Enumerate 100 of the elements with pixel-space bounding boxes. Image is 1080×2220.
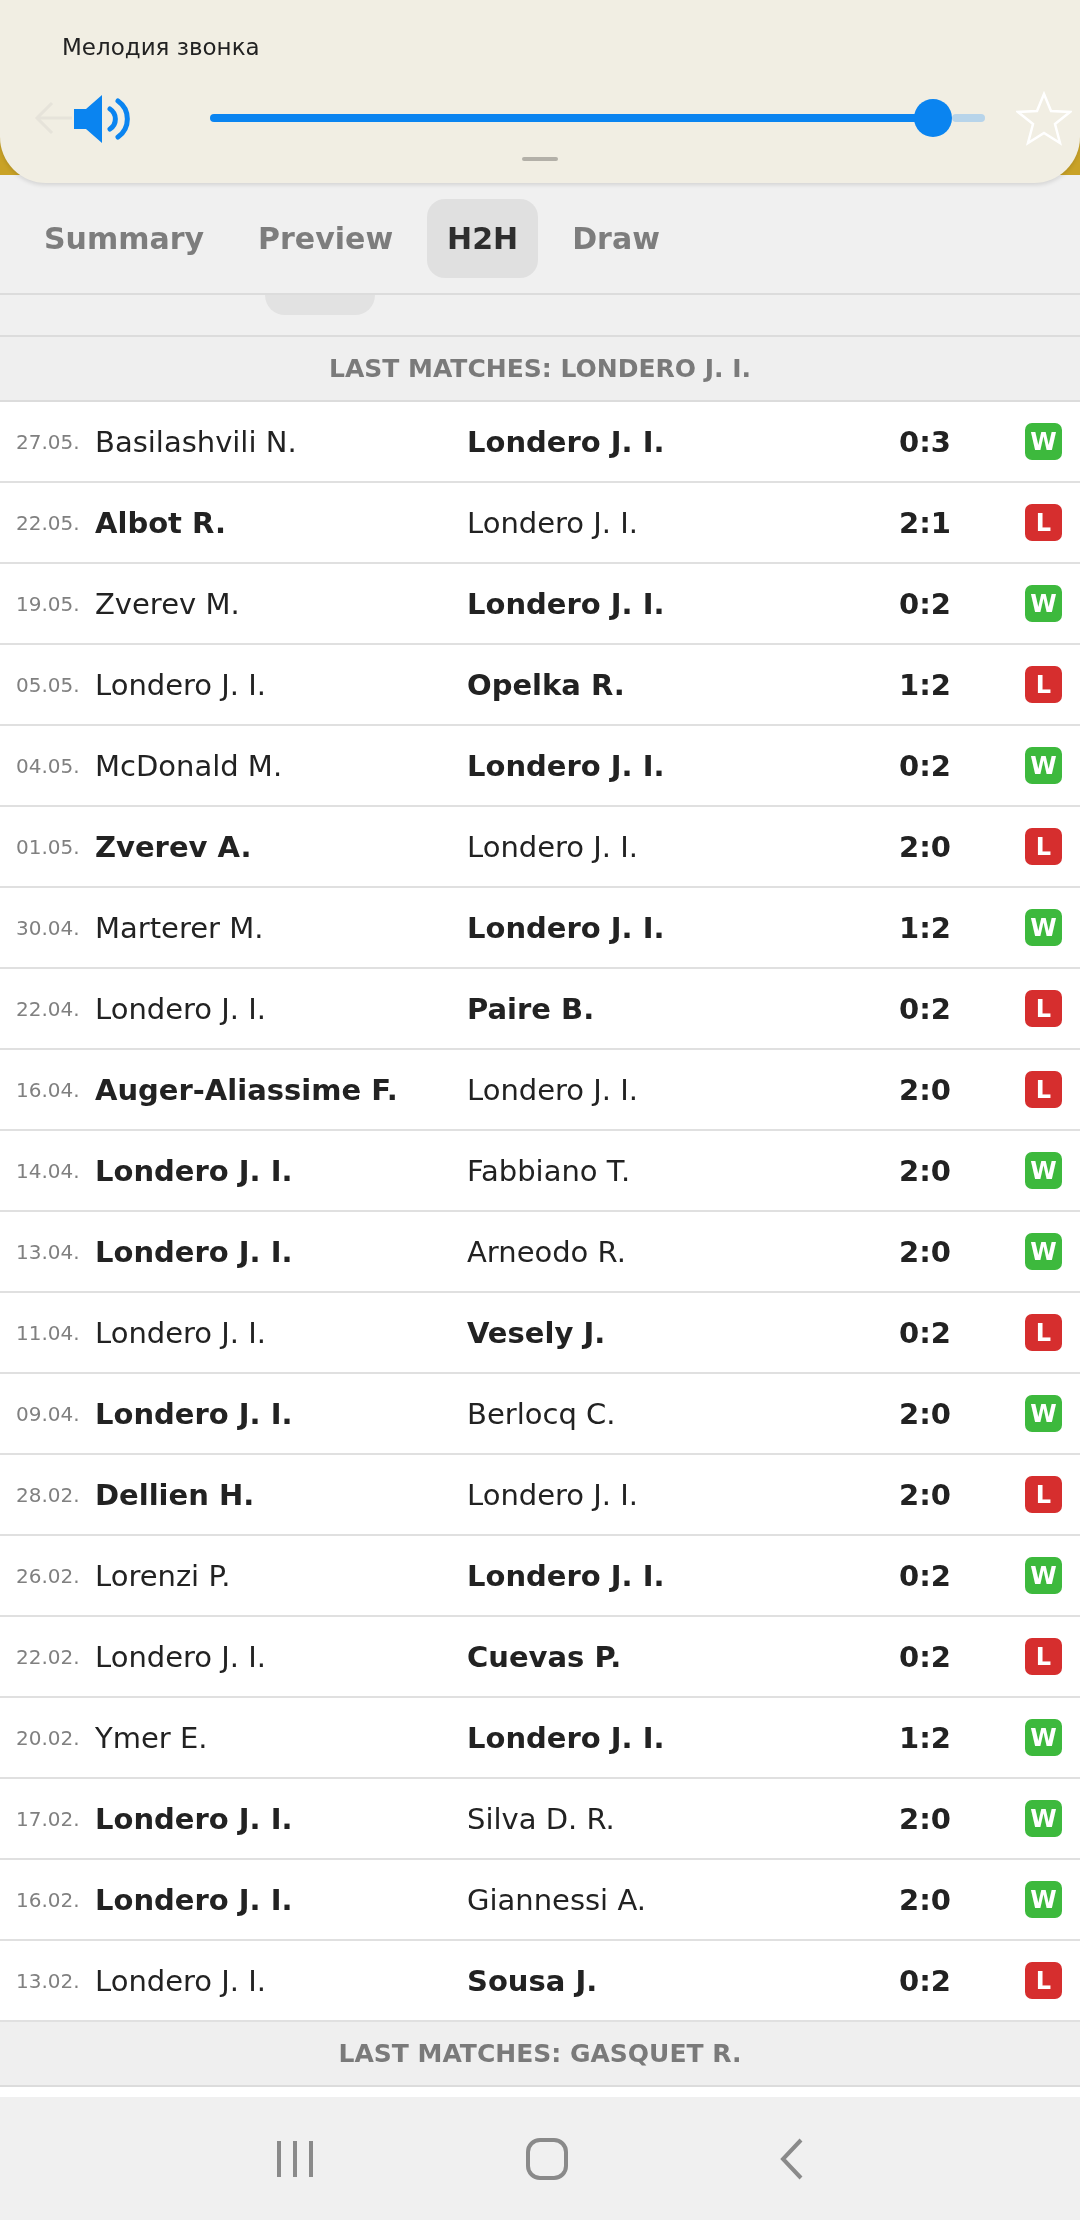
result-badge: W [1025, 747, 1062, 784]
match-score: 2:0 [898, 1234, 951, 1269]
player-name: Londero J. I. [467, 1558, 666, 1593]
recent-apps-icon[interactable] [275, 2138, 316, 2179]
player-name: Londero J. I. [467, 586, 666, 621]
result-badge: W [1025, 1881, 1062, 1918]
player-name: Zverev M. [95, 586, 241, 621]
match-date: 26.02. [15, 1563, 81, 1588]
player-name: Dellien H. [95, 1477, 256, 1512]
player-name: Londero J. I. [95, 1963, 268, 1998]
result-badge: W [1025, 423, 1062, 460]
result-badge: L [1025, 504, 1062, 541]
tab[interactable]: Summary [24, 199, 225, 278]
player-name: Londero J. I. [95, 1315, 268, 1350]
match-score: 0:2 [898, 1558, 951, 1593]
drag-handle[interactable] [522, 157, 558, 161]
match-date: 16.02. [15, 1887, 81, 1912]
match-score: 0:2 [898, 586, 951, 621]
match-score: 0:2 [898, 1963, 951, 1998]
match-date: 11.04. [15, 1320, 81, 1345]
match-date: 04.05. [15, 753, 81, 778]
match-score: 2:0 [898, 1801, 951, 1836]
match-score: 0:2 [898, 748, 951, 783]
player-name: Londero J. I. [467, 910, 666, 945]
match-score: 2:0 [898, 1882, 951, 1917]
player-name: Londero J. I. [95, 1639, 268, 1674]
player-name: Londero J. I. [95, 1153, 294, 1188]
match-date: 01.05. [15, 834, 81, 859]
player-name: Londero J. I. [467, 1072, 640, 1107]
player-name: Berlocq C. [467, 1396, 617, 1431]
player-name: Ymer E. [95, 1720, 209, 1755]
result-badge: L [1025, 1962, 1062, 1999]
match-date: 13.04. [15, 1239, 81, 1264]
result-badge: W [1025, 1152, 1062, 1189]
player-name: Marterer M. [95, 910, 265, 945]
match-score: 0:2 [898, 1315, 951, 1350]
player-name: Auger-Aliassime F. [95, 1072, 399, 1107]
result-badge: W [1025, 909, 1062, 946]
player-name: Londero J. I. [95, 1801, 294, 1836]
match-score: 0:2 [898, 1639, 951, 1674]
result-badge: L [1025, 990, 1062, 1027]
match-date: 16.04. [15, 1077, 81, 1102]
player-name: Londero J. I. [467, 829, 640, 864]
match-date: 22.02. [15, 1644, 81, 1669]
match-date: 14.04. [15, 1158, 81, 1183]
match-score: 0:3 [898, 424, 951, 459]
player-name: Londero J. I. [95, 991, 268, 1026]
player-name: Paire B. [467, 991, 596, 1026]
result-badge: L [1025, 1071, 1062, 1108]
result-badge: W [1025, 1395, 1062, 1432]
player-name: Londero J. I. [467, 748, 666, 783]
slider-track [952, 114, 985, 122]
tab[interactable]: Preview [238, 199, 414, 278]
result-badge: L [1025, 666, 1062, 703]
match-date: 09.04. [15, 1401, 81, 1426]
result-badge: L [1025, 1314, 1062, 1351]
match-score: 1:2 [898, 910, 951, 945]
match-score: 2:0 [898, 1477, 951, 1512]
result-badge: L [1025, 828, 1062, 865]
player-name: Opelka R. [467, 667, 626, 702]
match-date: 19.05. [15, 591, 81, 616]
match-score: 2:0 [898, 1072, 951, 1107]
player-name: Londero J. I. [95, 1396, 294, 1431]
match-score: 2:0 [898, 1153, 951, 1188]
match-date: 30.04. [15, 915, 81, 940]
player-name: Vesely J. [467, 1315, 607, 1350]
match-score: 2:1 [898, 505, 951, 540]
result-badge: W [1025, 1557, 1062, 1594]
match-score: 2:0 [898, 829, 951, 864]
player-name: Londero J. I. [467, 1477, 640, 1512]
player-name: Londero J. I. [95, 1234, 294, 1269]
player-name: Silva D. R. [467, 1801, 616, 1836]
player-name: Sousa J. [467, 1963, 599, 1998]
tab[interactable]: H2H [427, 199, 539, 278]
section-header: LAST MATCHES: GASQUET R. [338, 2039, 742, 2068]
match-score: 2:0 [898, 1396, 951, 1431]
player-name: Giannessi A. [467, 1882, 647, 1917]
match-date: 28.02. [15, 1482, 81, 1507]
slider-thumb[interactable] [914, 99, 953, 137]
player-name: Londero J. I. [467, 505, 640, 540]
player-name: Arneodo R. [467, 1234, 627, 1269]
result-badge: W [1025, 1233, 1062, 1270]
match-date: 20.02. [15, 1725, 81, 1750]
volume-slider[interactable] [210, 99, 985, 137]
player-name: Basilashvili N. [95, 424, 298, 459]
player-name: Zverev A. [95, 829, 253, 864]
match-date: 05.05. [15, 672, 81, 697]
back-icon[interactable] [778, 2137, 805, 2180]
player-name: Fabbiano T. [467, 1153, 632, 1188]
home-icon[interactable] [526, 2137, 568, 2180]
player-name: Londero J. I. [467, 424, 666, 459]
player-name: Albot R. [95, 505, 227, 540]
match-date: 13.02. [15, 1968, 81, 1993]
match-date: 22.05. [15, 510, 81, 535]
result-badge: W [1025, 1800, 1062, 1837]
match-date: 22.04. [15, 996, 81, 1021]
tab[interactable]: Draw [552, 199, 680, 278]
star-icon[interactable] [1016, 91, 1072, 147]
match-score: 1:2 [898, 667, 951, 702]
match-date: 27.05. [15, 429, 81, 454]
